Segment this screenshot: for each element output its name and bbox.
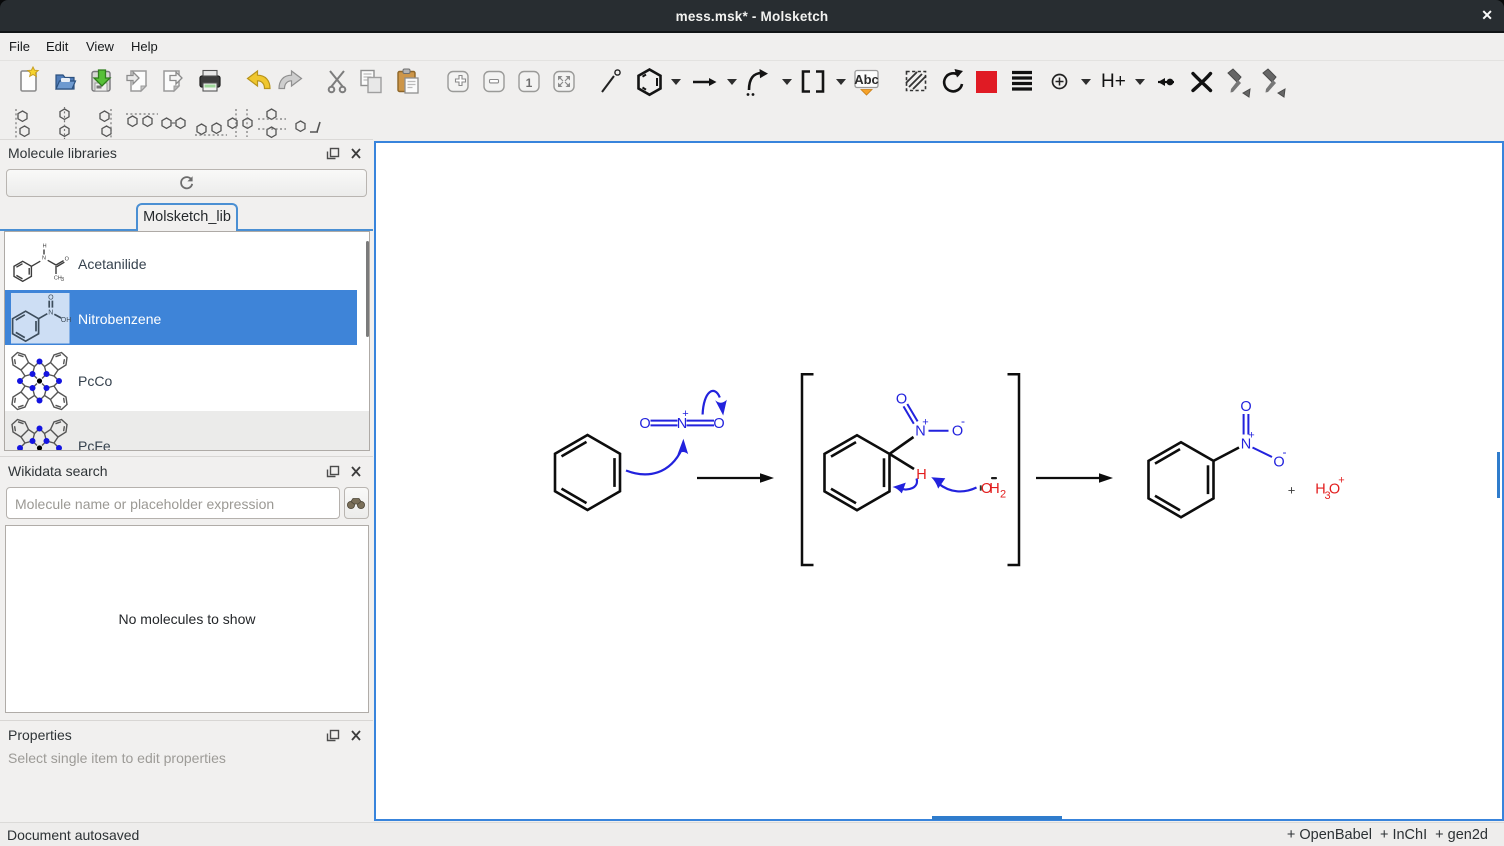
svg-text:H: H — [916, 467, 926, 483]
svg-text:O: O — [639, 416, 650, 432]
svg-text:N: N — [42, 256, 46, 262]
svg-text:H: H — [989, 481, 999, 497]
svg-text:N: N — [48, 309, 53, 316]
svg-text:2: 2 — [1000, 489, 1006, 501]
svg-text:H+: H+ — [1101, 71, 1126, 92]
svg-text:O: O — [1240, 399, 1251, 415]
svg-text:1: 1 — [526, 76, 533, 90]
svg-text:3: 3 — [61, 277, 64, 283]
svg-text:H: H — [43, 244, 47, 250]
svg-text:+: + — [682, 408, 688, 420]
svg-text:O: O — [65, 257, 70, 263]
svg-text:+: + — [922, 417, 928, 429]
svg-text:OH: OH — [61, 317, 72, 324]
svg-text:Abc: Abc — [854, 72, 879, 87]
svg-text:O: O — [896, 392, 907, 408]
svg-text:+: + — [1288, 483, 1296, 498]
svg-text:O: O — [713, 416, 724, 432]
svg-text:+: + — [1338, 475, 1344, 487]
svg-text:-: - — [961, 414, 965, 428]
svg-text:-: - — [1283, 445, 1287, 459]
svg-text:O: O — [48, 295, 54, 302]
